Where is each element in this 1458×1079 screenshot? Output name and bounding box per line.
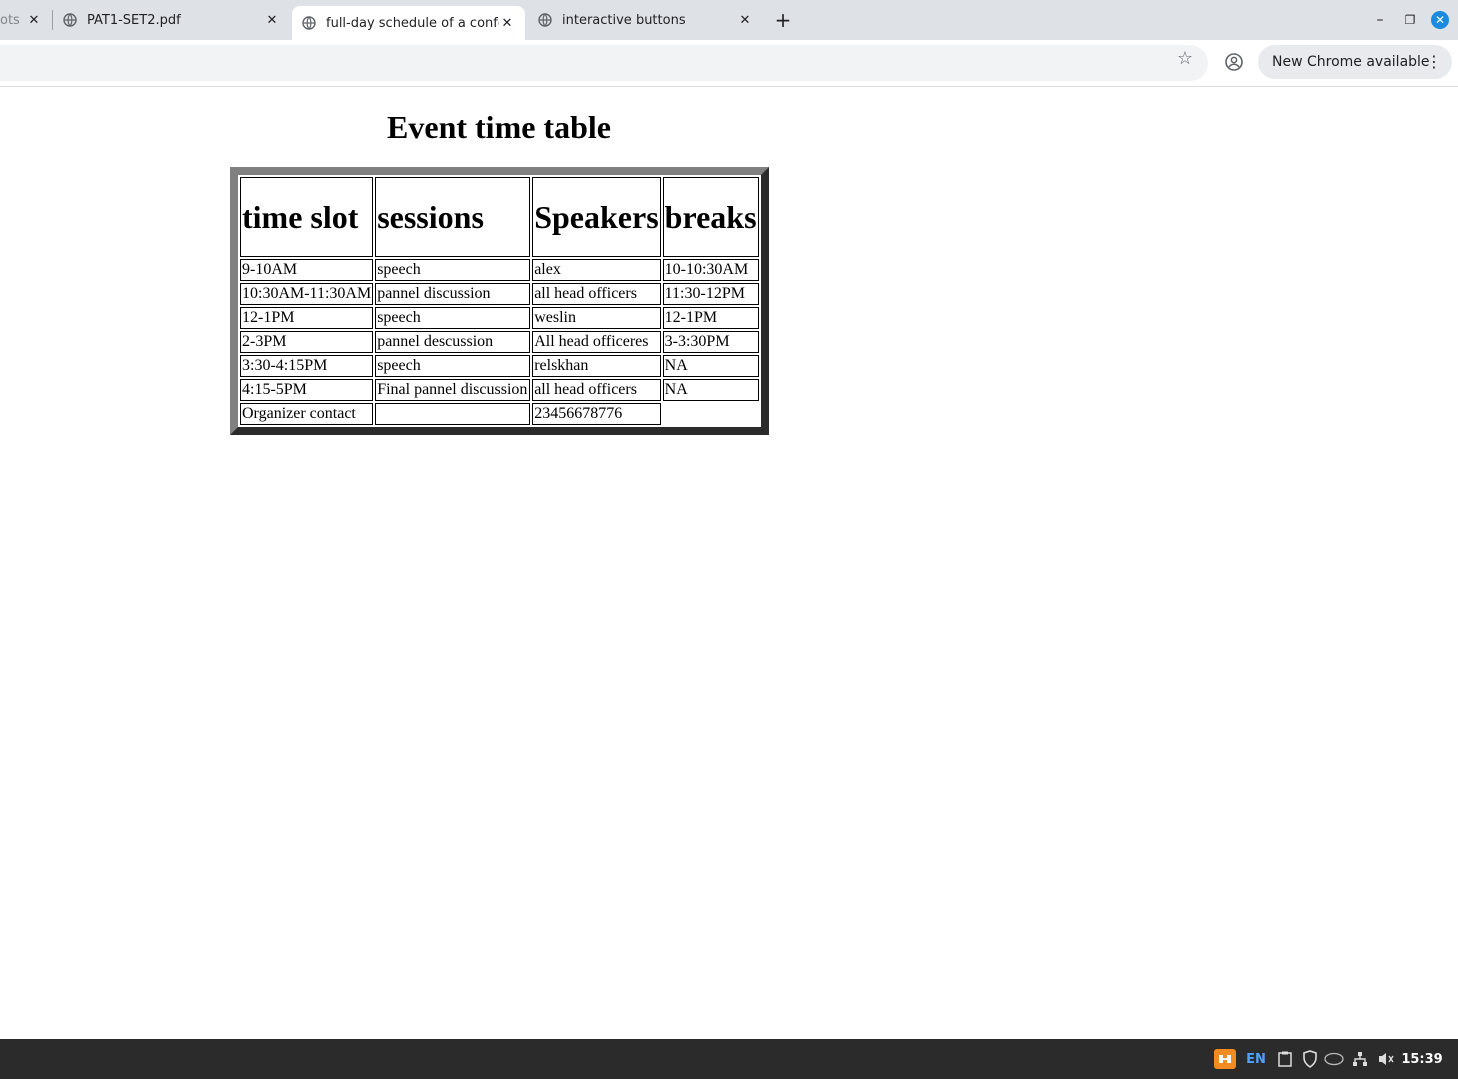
table-cell	[375, 403, 531, 425]
tab-title: ots	[0, 12, 20, 28]
tab-title: PAT1-SET2.pdf	[87, 12, 181, 28]
tab-title: full-day schedule of a conference	[326, 15, 499, 31]
table-cell: speech	[375, 307, 531, 329]
clipboard-icon[interactable]	[1276, 1049, 1294, 1069]
tab-partial[interactable]: ots ✕	[0, 0, 52, 40]
app-icon[interactable]	[1214, 1049, 1236, 1069]
minimize-button[interactable]: –	[1370, 10, 1390, 30]
tab-schedule[interactable]: full-day schedule of a conference ✕	[292, 6, 525, 40]
tab-close-icon[interactable]: ✕	[26, 12, 42, 28]
tab-pdf[interactable]: PAT1-SET2.pdf ✕	[53, 0, 290, 40]
table-header-row: time slot sessions Speakers breaks	[240, 177, 759, 257]
table-cell: 9-10AM	[240, 259, 374, 281]
table-cell: all head officers	[532, 283, 661, 305]
table-row: 3:30-4:15PM speech relskhan NA	[240, 355, 759, 377]
table-cell: 2-3PM	[240, 331, 374, 353]
table-row: Organizer contact 23456678776	[240, 403, 759, 425]
language-indicator[interactable]: EN	[1244, 1049, 1268, 1069]
table-cell: 3-3:30PM	[662, 331, 759, 353]
table-cell: 23456678776	[532, 403, 661, 425]
volume-icon[interactable]	[1376, 1049, 1396, 1069]
table-cell: 4:15-5PM	[240, 379, 374, 401]
network-icon[interactable]	[1350, 1049, 1370, 1069]
table-cell: weslin	[532, 307, 661, 329]
table-cell: all head officers	[532, 379, 661, 401]
table-cell: 11:30-12PM	[662, 283, 759, 305]
system-taskbar: EN 15:39	[0, 1039, 1458, 1079]
table-cell: 10-10:30AM	[662, 259, 759, 281]
tab-close-icon[interactable]: ✕	[499, 15, 515, 31]
column-header: Speakers	[532, 177, 661, 257]
globe-icon	[538, 13, 552, 27]
tab-close-icon[interactable]: ✕	[737, 12, 753, 28]
table-row: 2-3PM pannel descussion All head officer…	[240, 331, 759, 353]
shield-icon[interactable]	[1300, 1049, 1320, 1069]
tab-title: interactive buttons	[562, 12, 686, 28]
table-cell: NA	[662, 355, 759, 377]
table-cell: pannel descussion	[375, 331, 531, 353]
table-cell: 3:30-4:15PM	[240, 355, 374, 377]
close-window-button[interactable]: ✕	[1431, 11, 1449, 29]
table-cell: alex	[532, 259, 661, 281]
globe-icon	[63, 13, 77, 27]
table-cell: All head officeres	[532, 331, 661, 353]
column-header: time slot	[240, 177, 374, 257]
table-cell-empty	[663, 403, 759, 425]
more-menu-icon[interactable]: ⋮	[1426, 52, 1442, 72]
table-cell: pannel discussion	[375, 283, 531, 305]
update-chip-label: New Chrome available	[1272, 54, 1430, 70]
restore-button[interactable]: ❐	[1400, 10, 1420, 30]
table-row: 12-1PM speech weslin 12-1PM	[240, 307, 759, 329]
address-bar[interactable]	[0, 45, 1208, 81]
schedule-table: time slot sessions Speakers breaks 9-10A…	[230, 167, 769, 435]
table-cell: speech	[375, 259, 531, 281]
table-cell: 12-1PM	[662, 307, 759, 329]
intel-icon[interactable]	[1324, 1049, 1344, 1069]
clock[interactable]: 15:39	[1401, 1049, 1442, 1069]
table-cell: 12-1PM	[240, 307, 374, 329]
table-row: 4:15-5PM Final pannel discussion all hea…	[240, 379, 759, 401]
tab-interactive-buttons[interactable]: interactive buttons ✕	[528, 0, 763, 40]
tab-close-icon[interactable]: ✕	[264, 12, 280, 28]
column-header: sessions	[375, 177, 531, 257]
globe-icon	[302, 16, 316, 30]
browser-tab-strip: ots ✕ PAT1-SET2.pdf ✕ full-day schedule …	[0, 0, 1458, 40]
column-header: breaks	[662, 177, 759, 257]
table-cell: NA	[662, 379, 759, 401]
table-cell: relskhan	[532, 355, 661, 377]
new-tab-button[interactable]: +	[773, 8, 793, 32]
table-cell: Organizer contact	[240, 403, 374, 425]
table-row: 10:30AM-11:30AM pannel discussion all he…	[240, 283, 759, 305]
browser-toolbar: ☆ New Chrome available ⋮	[0, 40, 1458, 87]
table-cell: 10:30AM-11:30AM	[240, 283, 374, 305]
table-cell: Final pannel discussion	[375, 379, 531, 401]
bookmark-star-icon[interactable]: ☆	[1175, 48, 1195, 69]
page-title: Event time table	[387, 109, 611, 145]
profile-icon[interactable]	[1224, 52, 1244, 72]
table-row: 9-10AM speech alex 10-10:30AM	[240, 259, 759, 281]
new-chrome-available-button[interactable]: New Chrome available ⋮	[1258, 45, 1452, 79]
table-cell: speech	[375, 355, 531, 377]
page-content: Event time table time slot sessions Spea…	[0, 87, 1458, 1039]
